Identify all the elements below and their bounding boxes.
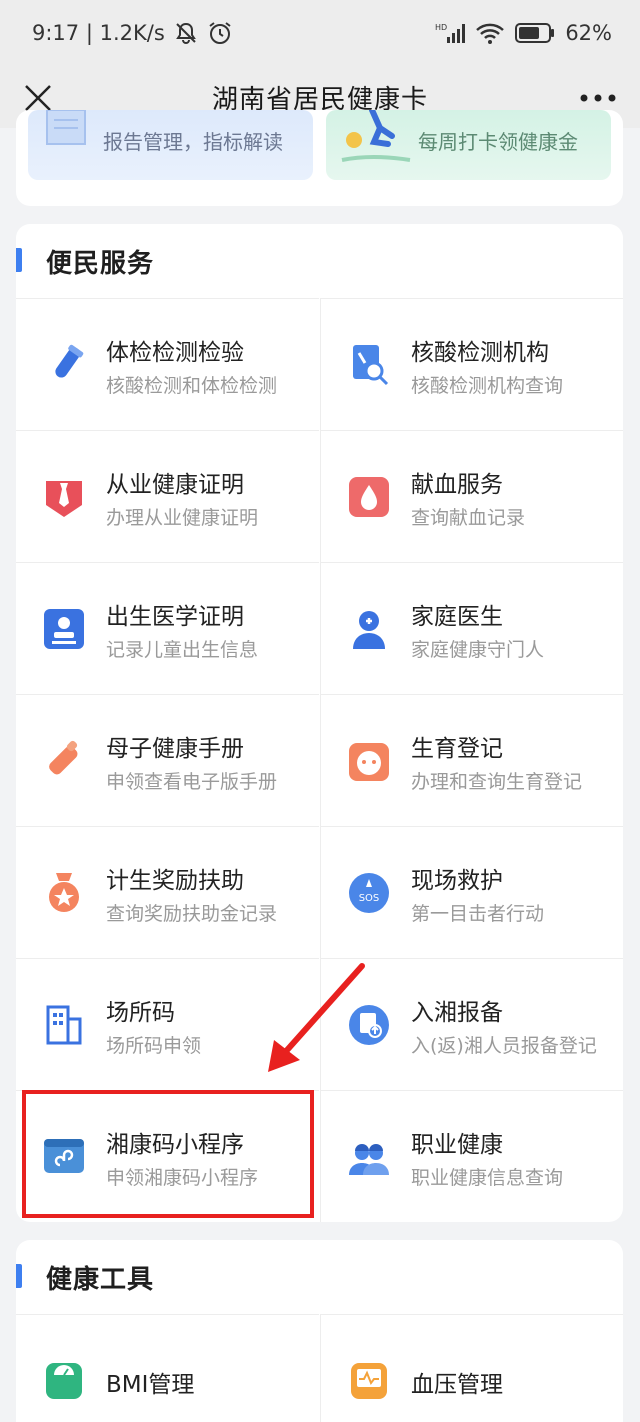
report-icon <box>46 110 86 145</box>
service-item-name: BMI管理 <box>106 1372 195 1398</box>
service-item-name: 出生医学证明 <box>106 604 244 630</box>
more-icon[interactable] <box>578 84 618 112</box>
workers-icon <box>347 1135 391 1179</box>
service-item[interactable]: 献血服务查询献血记录 <box>320 430 623 562</box>
svg-text:HD: HD <box>435 23 447 32</box>
service-item-desc: 办理和查询生育登记 <box>411 771 583 793</box>
section-accent-bar <box>16 248 22 272</box>
baby-face-icon <box>347 739 391 783</box>
service-item-desc: 申领查看电子版手册 <box>106 771 278 793</box>
service-item[interactable]: 家庭医生家庭健康守门人 <box>320 562 623 694</box>
service-item[interactable]: 职业健康职业健康信息查询 <box>320 1090 623 1222</box>
service-item-desc: 第一目击者行动 <box>411 903 545 925</box>
service-item-desc: 入(返)湘人员报备登记 <box>411 1035 597 1057</box>
service-item-name: 母子健康手册 <box>106 736 244 762</box>
service-item-desc: 记录儿童出生信息 <box>106 639 259 661</box>
runner-icon <box>341 110 411 162</box>
svg-text:SOS: SOS <box>359 893 380 904</box>
service-item[interactable]: 入湘报备入(返)湘人员报备登记 <box>320 958 623 1090</box>
baby-bottle-icon <box>42 739 86 783</box>
top-banner-card: 报告管理，指标解读 每周打卡领健康金 <box>16 110 623 206</box>
service-section-header: 便民服务 <box>16 224 623 298</box>
service-item[interactable]: 湘康码小程序申领湘康码小程序 <box>16 1090 319 1222</box>
document-search-icon <box>347 343 391 387</box>
service-item-desc: 查询奖励扶助金记录 <box>106 903 278 925</box>
service-item-name: 献血服务 <box>411 472 503 498</box>
service-item-name: 家庭医生 <box>411 604 503 630</box>
service-item[interactable]: 场所码 场所码申领 <box>16 958 319 1090</box>
service-item-name: 计生奖励扶助 <box>106 868 244 894</box>
service-item-name: 场所码 <box>106 1000 175 1026</box>
service-section: 便民服务 体检检测检验 核酸检测和体检检测 核酸检测机构 核酸检测机构查询 从业健康证明… <box>16 224 623 1222</box>
wifi-icon <box>476 23 505 44</box>
service-item-name: 体检检测检验 <box>106 340 244 366</box>
scale-icon <box>42 1359 86 1403</box>
medal-icon <box>42 871 86 915</box>
service-section-title: 便民服务 <box>46 248 155 279</box>
tool-section: 健康工具 BMI管理 血压管理 <box>16 1240 623 1422</box>
tool-section-header: 健康工具 <box>16 1240 623 1314</box>
service-item-name: 从业健康证明 <box>106 472 244 498</box>
blood-pressure-icon <box>347 1359 391 1403</box>
service-item[interactable]: SOS 现场救护第一目击者行动 <box>320 826 623 958</box>
status-time-speed: 9:17 | 1.2K/s <box>32 21 165 45</box>
service-item[interactable]: 生育登记办理和查询生育登记 <box>320 694 623 826</box>
service-item-name: 湘康码小程序 <box>106 1132 244 1158</box>
service-item-desc: 职业健康信息查询 <box>411 1167 564 1189</box>
service-item-desc: 申领湘康码小程序 <box>106 1167 259 1189</box>
tie-certificate-icon <box>42 475 86 519</box>
report-upload-icon <box>347 1003 391 1047</box>
service-item-name: 职业健康 <box>411 1132 503 1158</box>
battery-icon <box>515 23 555 43</box>
service-item[interactable]: 体检检测检验核酸检测和体检检测 <box>16 298 319 430</box>
mini-program-icon <box>42 1135 86 1179</box>
doctor-icon <box>347 607 391 651</box>
service-item-desc: 家庭健康守门人 <box>411 639 545 661</box>
service-item[interactable]: 血压管理 <box>320 1314 623 1422</box>
service-item-name: 核酸检测机构 <box>411 340 549 366</box>
service-item[interactable]: BMI管理 <box>16 1314 319 1422</box>
service-item-name: 现场救护 <box>411 868 503 894</box>
service-item-name: 生育登记 <box>411 736 503 762</box>
service-item-desc: 核酸检测和体检检测 <box>106 375 278 397</box>
mute-bell-icon <box>175 22 196 44</box>
service-item[interactable]: 从业健康证明办理从业健康证明 <box>16 430 319 562</box>
service-item[interactable]: 计生奖励扶助查询奖励扶助金记录 <box>16 826 319 958</box>
alarm-icon <box>209 22 231 44</box>
service-item-desc: 查询献血记录 <box>411 507 526 529</box>
section-accent-bar <box>16 1264 22 1288</box>
service-item-name: 入湘报备 <box>411 1000 503 1026</box>
test-tube-icon <box>42 343 86 387</box>
walk-banner-text: 每周打卡领健康金 <box>418 130 578 154</box>
building-icon <box>42 1003 86 1047</box>
service-item-desc: 场所码申领 <box>106 1035 202 1057</box>
status-bar: 9:17 | 1.2K/s HD 62% <box>0 0 640 66</box>
sos-icon: SOS <box>347 871 391 915</box>
service-item-desc: 核酸检测机构查询 <box>411 375 564 397</box>
battery-percent: 62% <box>565 21 612 45</box>
report-banner[interactable]: 报告管理，指标解读 <box>28 110 313 180</box>
tool-section-title: 健康工具 <box>46 1264 155 1295</box>
service-item[interactable]: 核酸检测机构核酸检测机构查询 <box>320 298 623 430</box>
walk-banner[interactable]: 每周打卡领健康金 <box>326 110 611 180</box>
service-item-desc: 办理从业健康证明 <box>106 507 259 529</box>
id-card-icon <box>42 607 86 651</box>
report-banner-text: 报告管理，指标解读 <box>103 130 283 154</box>
service-item[interactable]: 母子健康手册申领查看电子版手册 <box>16 694 319 826</box>
service-item-name: 血压管理 <box>411 1372 503 1398</box>
signal-icon: HD <box>435 23 466 43</box>
service-item[interactable]: 出生医学证明记录儿童出生信息 <box>16 562 319 694</box>
blood-drop-icon <box>347 475 391 519</box>
